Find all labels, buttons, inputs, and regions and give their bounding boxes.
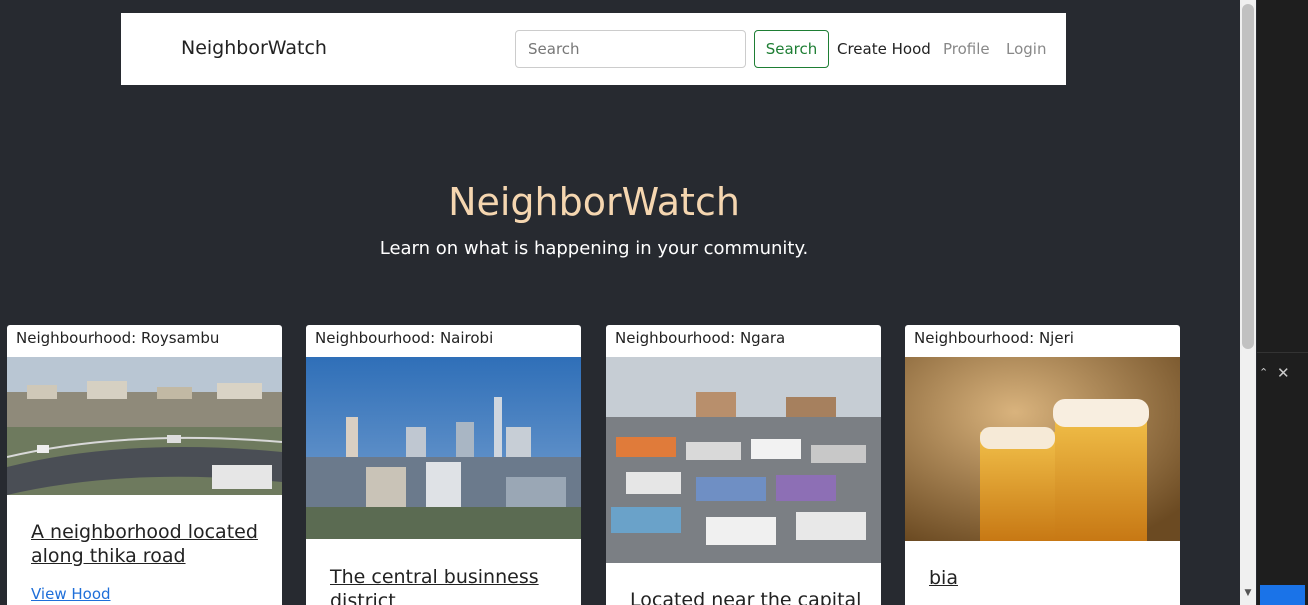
devtools-panel: ⌃ ✕ bbox=[1257, 0, 1308, 605]
navbar: NeighborWatch Search Create Hood Profile… bbox=[121, 13, 1066, 85]
hood-image-roysambu bbox=[7, 357, 282, 495]
devtools-divider bbox=[1257, 352, 1308, 353]
nav-link-login[interactable]: Login bbox=[1006, 40, 1046, 58]
search-input[interactable] bbox=[515, 30, 746, 68]
card-title[interactable]: A neighborhood located along thika road bbox=[31, 520, 282, 568]
hood-image-ngara bbox=[606, 357, 881, 563]
card-title[interactable]: Located near the capital bbox=[630, 588, 861, 605]
card-title[interactable]: The central businness district bbox=[330, 565, 581, 605]
card-header: Neighbourhood: Njeri bbox=[914, 329, 1074, 347]
hood-card-nairobi: Neighbourhood: Nairobi The central busin… bbox=[306, 325, 581, 605]
hood-card-roysambu: Neighbourhood: Roysambu A neighborhood l… bbox=[7, 325, 282, 605]
nav-link-create-hood[interactable]: Create Hood bbox=[837, 40, 931, 58]
card-header: Neighbourhood: Roysambu bbox=[16, 329, 220, 347]
scroll-down-arrow-icon[interactable]: ▼ bbox=[1240, 588, 1256, 605]
hero-subtitle: Learn on what is happening in your commu… bbox=[379, 238, 809, 259]
chevron-icon[interactable]: ⌃ bbox=[1259, 366, 1268, 379]
hood-card-ngara: Neighbourhood: Ngara Located near the ca… bbox=[606, 325, 881, 605]
hood-image-nairobi bbox=[306, 357, 581, 539]
scrollbar-thumb[interactable] bbox=[1242, 4, 1254, 349]
hood-image-njeri bbox=[905, 357, 1180, 541]
search-button[interactable]: Search bbox=[754, 30, 829, 68]
card-title[interactable]: bia bbox=[929, 566, 958, 590]
nav-link-profile[interactable]: Profile bbox=[943, 40, 990, 58]
close-icon[interactable]: ✕ bbox=[1277, 364, 1290, 382]
card-header: Neighbourhood: Ngara bbox=[615, 329, 786, 347]
view-hood-link[interactable]: View Hood bbox=[31, 585, 111, 603]
hero-title: NeighborWatch bbox=[448, 180, 740, 224]
devtools-button[interactable] bbox=[1260, 585, 1305, 605]
brand-logo[interactable]: NeighborWatch bbox=[181, 37, 327, 59]
card-header: Neighbourhood: Nairobi bbox=[315, 329, 494, 347]
hood-card-njeri: Neighbourhood: Njeri bia bbox=[905, 325, 1180, 605]
